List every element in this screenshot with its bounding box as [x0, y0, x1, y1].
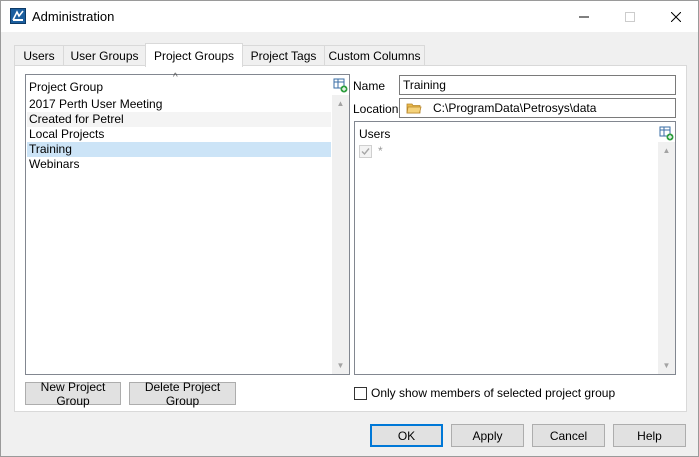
scroll-up-arrow-icon[interactable]: ▲	[332, 95, 349, 112]
name-field[interactable]: Training	[399, 75, 676, 95]
project-group-list[interactable]: Project Group ^ 2017 Perth User Meeting …	[25, 72, 350, 375]
scroll-down-arrow-icon[interactable]: ▼	[658, 357, 675, 374]
users-header: Users	[359, 127, 391, 141]
list-item[interactable]: 2017 Perth User Meeting	[27, 97, 331, 112]
tab-custom-columns[interactable]: Custom Columns	[324, 45, 425, 66]
tab-users[interactable]: Users	[14, 45, 64, 66]
maximize-button[interactable]	[607, 1, 653, 32]
table-add-icon	[659, 126, 674, 141]
list-scrollbar[interactable]: ▲ ▼	[332, 95, 349, 374]
ok-button[interactable]: OK	[370, 424, 443, 447]
scroll-up-arrow-icon[interactable]: ▲	[658, 142, 675, 159]
location-value: C:\ProgramData\Petrosys\data	[433, 101, 597, 115]
apply-button[interactable]: Apply	[451, 424, 524, 447]
name-label: Name	[353, 79, 386, 93]
close-icon	[671, 11, 681, 22]
list-item-label: Local Projects	[29, 127, 105, 141]
list-item-label: Created for Petrel	[29, 112, 124, 126]
tab-project-groups[interactable]: Project Groups	[145, 43, 243, 67]
location-label: Location	[353, 102, 399, 116]
tab-label: User Groups	[70, 49, 139, 63]
project-groups-page: Project Group ^ 2017 Perth User Meeting …	[14, 65, 687, 412]
scroll-down-arrow-icon[interactable]: ▼	[332, 357, 349, 374]
tab-label: Custom Columns	[328, 49, 421, 63]
tab-user-groups[interactable]: User Groups	[63, 45, 146, 66]
folder-icon	[406, 103, 422, 114]
list-column-header[interactable]: Project Group ^	[26, 72, 332, 95]
user-checkbox[interactable]	[359, 145, 372, 158]
help-button[interactable]: Help	[613, 424, 686, 447]
close-button[interactable]	[653, 1, 699, 32]
list-item-label: Webinars	[29, 157, 80, 171]
minimize-button[interactable]	[561, 1, 607, 32]
list-item[interactable]: Webinars	[27, 157, 331, 172]
list-item[interactable]: Local Projects	[27, 127, 331, 142]
list-item[interactable]: Created for Petrel	[27, 112, 331, 127]
members-filter-label: Only show members of selected project gr…	[371, 386, 616, 400]
members-filter-checkbox[interactable]	[354, 387, 367, 400]
list-item-selected[interactable]: Training	[27, 142, 331, 157]
add-user-button[interactable]	[659, 126, 674, 141]
app-icon	[10, 8, 26, 24]
cancel-button[interactable]: Cancel	[532, 424, 605, 447]
maximize-icon	[625, 11, 635, 22]
title-bar: Administration	[1, 1, 698, 32]
add-column-button[interactable]	[333, 78, 348, 93]
name-value: Training	[403, 78, 446, 92]
users-scrollbar[interactable]: ▲ ▼	[658, 142, 675, 374]
checkmark-icon	[361, 148, 370, 156]
window-title: Administration	[32, 9, 115, 24]
administration-window: Administration Users User Groups Project…	[0, 0, 699, 457]
column-header-label: Project Group	[29, 80, 104, 94]
location-field[interactable]: C:\ProgramData\Petrosys\data	[399, 98, 676, 118]
tab-label: Project Tags	[250, 49, 317, 63]
sort-ascending-icon: ^	[173, 72, 178, 83]
user-item-label: *	[378, 144, 383, 158]
list-item-label: 2017 Perth User Meeting	[29, 97, 163, 111]
new-project-group-button[interactable]: New Project Group	[25, 380, 121, 408]
list-item-label: Training	[29, 142, 72, 156]
minimize-icon	[579, 16, 589, 17]
tab-label: Project Groups	[153, 48, 235, 63]
users-list[interactable]: Users * ▲ ▼	[354, 121, 676, 375]
delete-project-group-button[interactable]: Delete Project Group	[129, 380, 236, 408]
tab-label: Users	[23, 49, 55, 63]
table-add-icon	[333, 78, 348, 93]
tab-project-tags[interactable]: Project Tags	[242, 45, 325, 66]
